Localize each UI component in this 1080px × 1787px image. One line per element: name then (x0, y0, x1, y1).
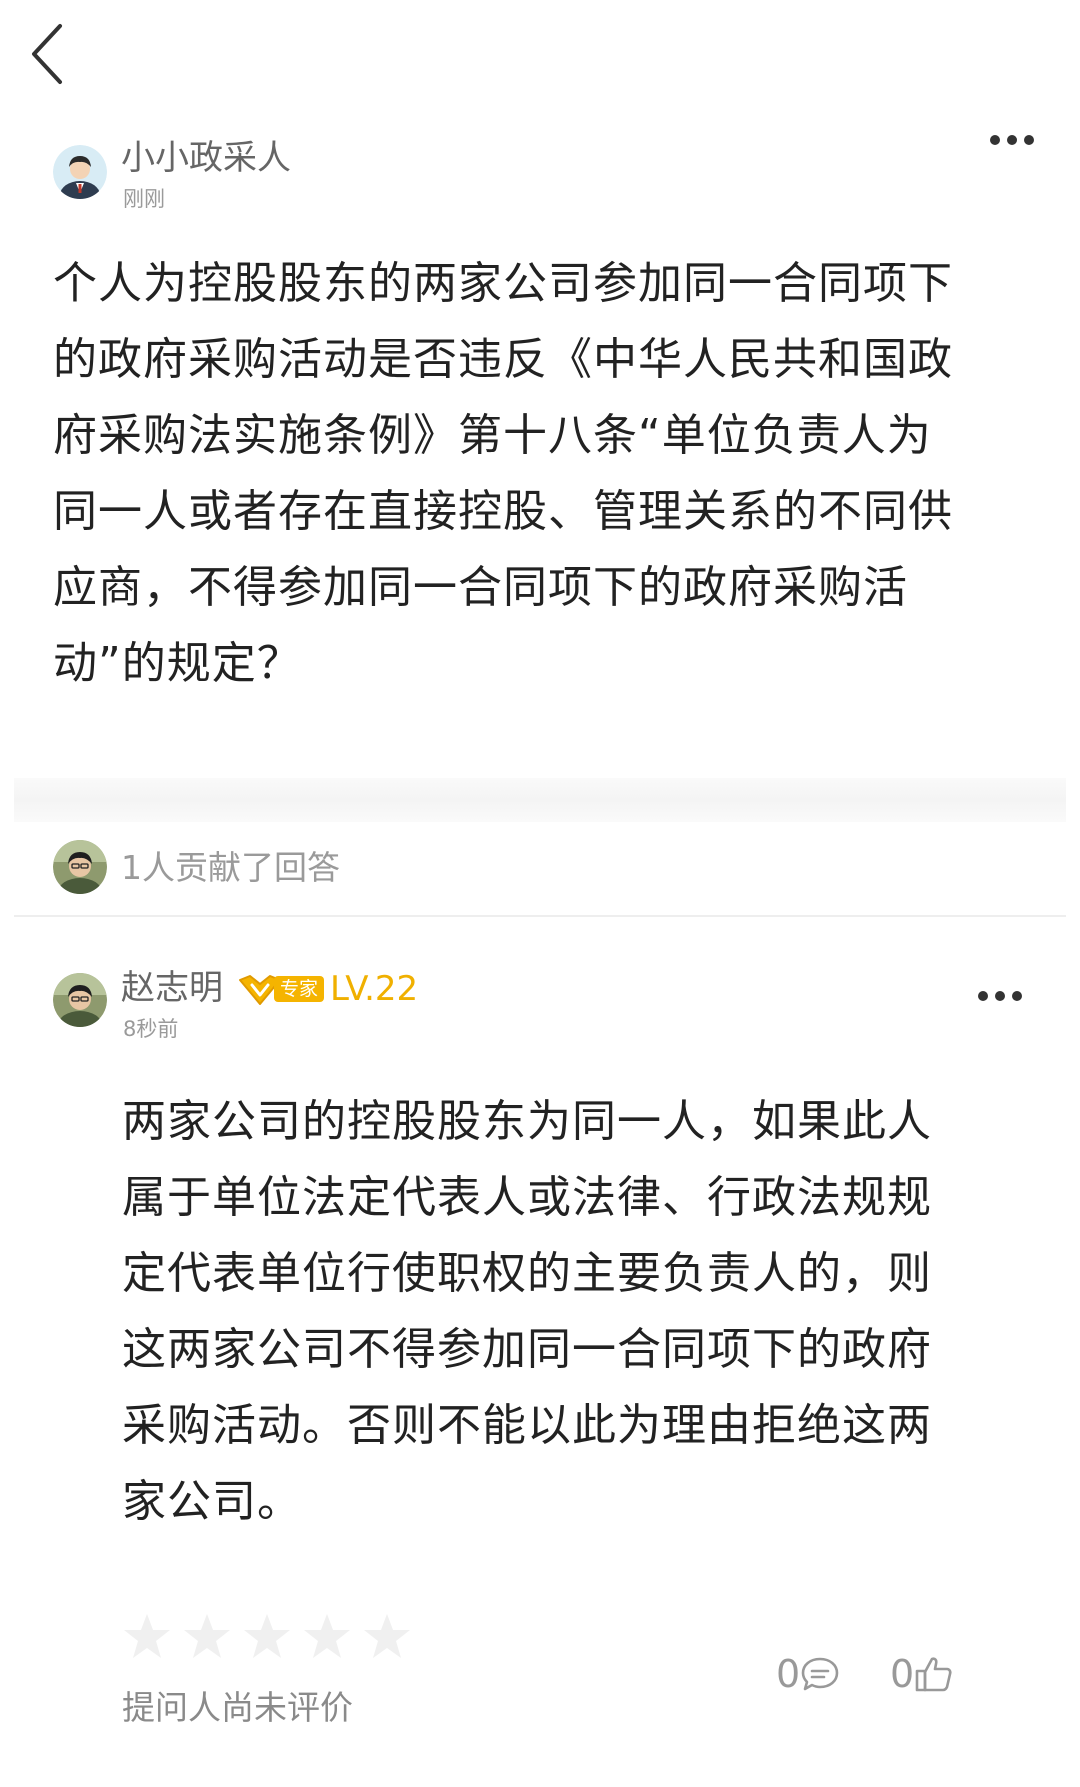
answer-line: 家公司。 (122, 1476, 302, 1527)
question-line: 应商，不得参加同一合同项下的政府采购活 (53, 562, 908, 613)
contributors-count[interactable]: 1人贡献了回答 (121, 848, 340, 888)
contributor-avatar[interactable] (53, 840, 107, 894)
answer-line: 两家公司的控股股东为同一人，如果此人 (122, 1096, 932, 1147)
user-level: LV.22 (330, 969, 419, 1009)
answer-timestamp: 8秒前 (123, 1017, 179, 1041)
answer-author-name[interactable]: 赵志明 (121, 968, 223, 1008)
comment-button[interactable]: 0 (776, 1652, 840, 1696)
question-more-button[interactable] (989, 132, 1035, 146)
answer-line: 定代表单位行使职权的主要负责人的，则 (122, 1248, 932, 1299)
like-count: 0 (890, 1652, 915, 1696)
chevron-left-icon (32, 24, 62, 84)
question-text: 个人为控股股东的两家公司参加同一合同项下 的政府采购活动是否违反《中华人民共和国… (53, 246, 1013, 702)
question-line: 同一人或者存在直接控股、管理关系的不同供 (53, 486, 953, 537)
star-icon (184, 1614, 230, 1658)
question-author-name[interactable]: 小小政采人 (121, 138, 291, 178)
person-photo-icon (53, 840, 107, 894)
question-line: 府采购法实施条例》第十八条“单位负责人为 (53, 410, 932, 461)
divider (14, 915, 1066, 917)
question-line: 的政府采购活动是否违反《中华人民共和国政 (53, 334, 953, 385)
comment-bubble-icon (801, 1657, 839, 1691)
thumbs-up-icon (915, 1657, 952, 1692)
more-dots-icon (990, 135, 1034, 145)
like-button[interactable]: 0 (890, 1652, 954, 1696)
star-icon (364, 1614, 410, 1658)
question-line: 动”的规定？ (53, 638, 302, 689)
more-dots-icon (978, 991, 1022, 1001)
question-line: 个人为控股股东的两家公司参加同一合同项下 (53, 258, 953, 309)
star-icon (244, 1614, 290, 1658)
section-separator (14, 778, 1066, 822)
star-icon (124, 1614, 170, 1658)
question-timestamp: 刚刚 (123, 187, 165, 211)
person-avatar-icon (53, 145, 107, 199)
rating-stars (122, 1612, 412, 1662)
answer-line: 这两家公司不得参加同一合同项下的政府 (122, 1324, 932, 1375)
star-icon (304, 1614, 350, 1658)
rating-status: 提问人尚未评价 (122, 1688, 353, 1727)
expert-badge: 专家 LV.22 (236, 970, 418, 1008)
answer-text: 两家公司的控股股东为同一人，如果此人 属于单位法定代表人或法律、行政法规规 定代… (122, 1084, 982, 1540)
question-author-avatar[interactable] (53, 145, 107, 199)
answer-line: 属于单位法定代表人或法律、行政法规规 (122, 1172, 932, 1223)
comment-count: 0 (776, 1652, 801, 1696)
answer-line: 采购活动。否则不能以此为理由拒绝这两 (122, 1400, 932, 1451)
answer-more-button[interactable] (977, 988, 1023, 1002)
person-photo-icon (53, 973, 107, 1027)
back-button[interactable] (28, 22, 68, 86)
answer-author-avatar[interactable] (53, 973, 107, 1027)
expert-badge-label: 专家 (274, 976, 325, 1002)
